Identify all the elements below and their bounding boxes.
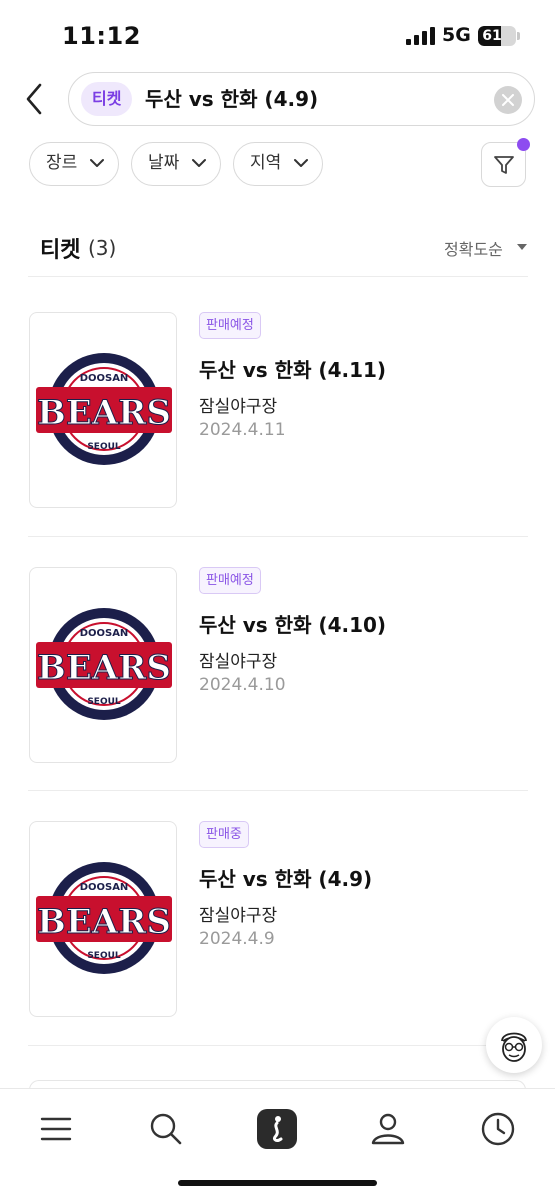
chevron-left-icon — [26, 83, 42, 115]
caret-down-icon — [517, 244, 527, 250]
funnel-filter-icon — [494, 156, 514, 174]
filter-active-dot — [517, 138, 530, 151]
sort-label: 정확도순 — [444, 240, 503, 259]
chevron-down-icon — [294, 159, 308, 167]
filter-genre-dropdown[interactable]: 장르 — [29, 142, 119, 186]
search-bar[interactable]: 티켓 두산 vs 한화 (4.9) — [68, 72, 535, 126]
sale-status-badge: 판매예정 — [199, 312, 261, 339]
doosan-bears-logo: DOOSAN BEARS SEOUL — [36, 862, 172, 974]
logo-main-text: BEARS — [37, 902, 171, 942]
menu-icon — [40, 1117, 72, 1141]
battery-tip — [517, 32, 520, 40]
search-icon — [150, 1113, 182, 1145]
home-app-icon — [257, 1109, 297, 1149]
logo-bottom-text: SEOUL — [87, 697, 121, 707]
logo-bottom-text: SEOUL — [87, 951, 121, 961]
ticket-date: 2024.4.11 — [199, 420, 286, 440]
section-count: (3) — [88, 236, 117, 260]
ticket-venue: 잠실야구장 — [199, 906, 278, 926]
history-clock-icon — [481, 1112, 515, 1146]
filter-genre-label: 장르 — [46, 153, 78, 173]
section-title: 티켓 — [40, 238, 81, 263]
ticket-thumbnail: DOOSAN BEARS SEOUL — [29, 567, 177, 763]
divider — [28, 790, 528, 791]
logo-main-text: BEARS — [37, 648, 171, 688]
battery-icon: 61 — [478, 26, 516, 46]
sort-dropdown[interactable]: 정확도순 — [444, 236, 527, 260]
close-icon — [502, 94, 514, 106]
logo-top-text: DOOSAN — [80, 373, 129, 384]
nav-home-button[interactable] — [247, 1099, 307, 1159]
logo-main-text: BEARS — [37, 393, 171, 433]
ticket-thumbnail: DOOSAN BEARS SEOUL — [29, 821, 177, 1017]
network-type: 5G — [442, 24, 471, 46]
filter-date-label: 날짜 — [148, 153, 180, 173]
clear-search-button[interactable] — [494, 86, 522, 114]
ticket-venue: 잠실야구장 — [199, 652, 278, 672]
filter-region-dropdown[interactable]: 지역 — [233, 142, 323, 186]
home-indicator — [178, 1180, 377, 1186]
sale-status-badge: 판매중 — [199, 821, 249, 848]
logo-bottom-text: SEOUL — [87, 442, 121, 452]
ticket-date: 2024.4.10 — [199, 675, 286, 695]
status-time: 11:12 — [62, 22, 141, 50]
assistant-avatar-button[interactable] — [486, 1017, 542, 1073]
category-chip[interactable]: 티켓 — [81, 82, 133, 116]
profile-icon — [371, 1113, 405, 1145]
search-query[interactable]: 두산 vs 한화 (4.9) — [145, 85, 318, 113]
ticket-thumbnail: DOOSAN BEARS SEOUL — [29, 312, 177, 508]
nav-search-button[interactable] — [136, 1099, 196, 1159]
status-bar: 11:12 5G 61 — [0, 0, 555, 70]
ticket-title[interactable]: 두산 vs 한화 (4.9) — [199, 863, 372, 892]
back-button[interactable] — [18, 80, 52, 118]
filter-region-label: 지역 — [250, 153, 282, 173]
divider — [28, 1045, 528, 1046]
doosan-bears-logo: DOOSAN BEARS SEOUL — [36, 353, 172, 465]
ticket-date: 2024.4.9 — [199, 929, 275, 949]
chevron-down-icon — [192, 159, 206, 167]
nav-menu-button[interactable] — [26, 1099, 86, 1159]
ticket-card[interactable]: DOOSAN BEARS SEOUL 판매예정 두산 vs 한화 (4.11) … — [0, 312, 555, 512]
ticket-venue: 잠실야구장 — [199, 397, 278, 417]
ticket-title[interactable]: 두산 vs 한화 (4.11) — [199, 354, 386, 383]
cellular-signal-icon — [406, 27, 436, 45]
divider — [28, 536, 528, 537]
filter-date-dropdown[interactable]: 날짜 — [131, 142, 221, 186]
divider — [28, 276, 528, 277]
ticket-card[interactable]: DOOSAN BEARS SEOUL 판매중 두산 vs 한화 (4.9) 잠실… — [0, 821, 555, 1021]
nav-profile-button[interactable] — [358, 1099, 418, 1159]
logo-top-text: DOOSAN — [80, 628, 129, 639]
chevron-down-icon — [90, 159, 104, 167]
doosan-bears-logo: DOOSAN BEARS SEOUL — [36, 608, 172, 720]
ticket-card[interactable]: DOOSAN BEARS SEOUL 판매예정 두산 vs 한화 (4.10) … — [0, 567, 555, 767]
logo-top-text: DOOSAN — [80, 882, 129, 893]
ticket-title[interactable]: 두산 vs 한화 (4.10) — [199, 609, 386, 638]
nav-history-button[interactable] — [468, 1099, 528, 1159]
character-face-icon — [501, 1032, 527, 1062]
battery-percent: 61 — [482, 28, 502, 44]
sale-status-badge: 판매예정 — [199, 567, 261, 594]
